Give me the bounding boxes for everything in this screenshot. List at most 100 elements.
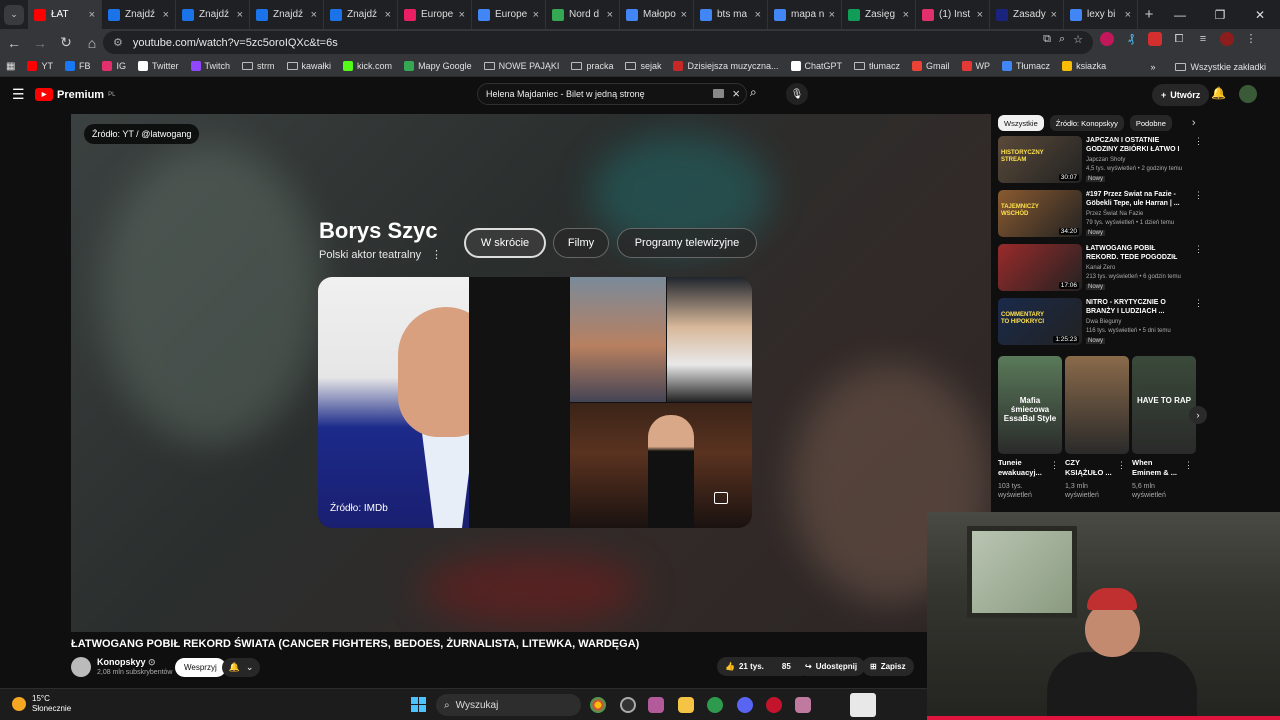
close-tab-icon[interactable]: × bbox=[533, 9, 539, 21]
browser-tab[interactable]: Zasięg × bbox=[842, 0, 916, 29]
main-portrait-image[interactable]: Źródło: IMDb bbox=[318, 277, 569, 528]
close-tab-icon[interactable]: × bbox=[237, 9, 243, 21]
bookmark-item[interactable]: Twitch bbox=[185, 61, 237, 71]
browser-tab[interactable]: Zasady × bbox=[990, 0, 1064, 29]
all-bookmarks-folder[interactable]: Wszystkie zakładki bbox=[1169, 62, 1272, 72]
close-tab-icon[interactable]: × bbox=[89, 9, 95, 21]
bookmark-item[interactable]: IG bbox=[96, 61, 132, 71]
site-info-icon[interactable]: ⚙ bbox=[113, 36, 123, 49]
close-tab-icon[interactable]: × bbox=[607, 9, 613, 21]
record-extension-icon[interactable] bbox=[1100, 32, 1114, 46]
image-gallery-icon[interactable] bbox=[714, 492, 728, 504]
like-count[interactable]: 21 tys. bbox=[739, 662, 764, 671]
clear-search-icon[interactable]: × bbox=[732, 86, 740, 101]
bookmark-item[interactable]: ChatGPT bbox=[785, 61, 849, 71]
more-options-icon[interactable]: ⋮ bbox=[1194, 190, 1203, 201]
browser-tab[interactable]: Nord d × bbox=[546, 0, 620, 29]
notifications-bell-icon[interactable]: 🔔 bbox=[1211, 86, 1226, 100]
browser-tab[interactable]: Znajdź × bbox=[102, 0, 176, 29]
create-button[interactable]: + Utwórz bbox=[1152, 84, 1210, 106]
browser-tab[interactable]: Małopo × bbox=[620, 0, 694, 29]
recommendation-thumbnail[interactable]: 17:06 bbox=[998, 244, 1082, 291]
keyboard-icon[interactable] bbox=[713, 89, 724, 98]
channel-name[interactable]: Konopskyy ⊙ bbox=[97, 657, 156, 668]
close-tab-icon[interactable]: × bbox=[459, 9, 465, 21]
address-bar[interactable]: ⚙ youtube.com/watch?v=5zc5oroIQXc&t=6s ⧉… bbox=[103, 31, 1093, 54]
video-player[interactable]: Źródło: YT / @latwogang Borys Szyc Polsk… bbox=[71, 114, 991, 632]
tab-tv-shows[interactable]: Programy telewizyjne bbox=[617, 228, 757, 258]
browser-tab[interactable]: (1) Inst × bbox=[916, 0, 990, 29]
short-more-options-icon[interactable]: ⋮ bbox=[1117, 460, 1126, 471]
short-title[interactable]: When Eminem & ... bbox=[1132, 458, 1182, 478]
subscription-bell-button[interactable]: 🔔 ⌄ bbox=[222, 658, 260, 677]
browser-tab[interactable]: Znajdź × bbox=[176, 0, 250, 29]
bookmark-item[interactable]: WP bbox=[956, 61, 997, 71]
bookmark-item[interactable]: Twitter bbox=[132, 61, 185, 71]
filters-next-chevron-icon[interactable]: › bbox=[1192, 117, 1196, 129]
bookmark-item[interactable]: Tłumacz bbox=[996, 61, 1056, 71]
bookmark-item[interactable]: NOWE PAJĄKI bbox=[478, 61, 566, 71]
short-more-options-icon[interactable]: ⋮ bbox=[1050, 460, 1059, 471]
recommendation-item[interactable]: TAJEMNICZY WSCHÓD 34:20 #197 Przez Świat n… bbox=[998, 190, 1203, 240]
short-title[interactable]: Tuneie ewakuacyj... bbox=[998, 458, 1048, 478]
tab-films[interactable]: Filmy bbox=[553, 228, 609, 258]
close-tab-icon[interactable]: × bbox=[755, 9, 761, 21]
bookmark-item[interactable]: Gmail bbox=[906, 61, 956, 71]
filter-source[interactable]: Źródło: Konopskyy bbox=[1049, 115, 1124, 131]
discord-taskbar-icon[interactable] bbox=[737, 697, 753, 713]
recommendation-item[interactable]: 17:06 ŁATWOGANG POBIŁ REKORD. TEDE POGODZ… bbox=[998, 244, 1203, 294]
tuxedo-photo[interactable] bbox=[570, 403, 752, 528]
browser-taskbar-icon[interactable] bbox=[707, 697, 723, 713]
browser-tab[interactable]: Znajdź × bbox=[250, 0, 324, 29]
recommendation-thumbnail[interactable]: COMMENTARY TO HIPOKRYCI 1:25:23 bbox=[998, 298, 1082, 345]
media-control-icon[interactable]: ≡ bbox=[1196, 32, 1210, 46]
close-tab-icon[interactable]: × bbox=[829, 9, 835, 21]
bookmark-item[interactable]: tłumacz bbox=[848, 61, 906, 71]
bookmark-item[interactable]: sejak bbox=[619, 61, 667, 71]
close-tab-icon[interactable]: × bbox=[903, 9, 909, 21]
more-options-icon[interactable]: ⋮ bbox=[1194, 244, 1203, 255]
channel-avatar[interactable] bbox=[71, 657, 91, 677]
more-options-icon[interactable]: ⋮ bbox=[1194, 136, 1203, 147]
tab-search-chevron-icon[interactable]: ⌄ bbox=[4, 4, 24, 25]
browser-tab[interactable]: mapa n × bbox=[768, 0, 842, 29]
adblock-extension-icon[interactable] bbox=[1148, 32, 1162, 46]
chrome-taskbar-icon[interactable] bbox=[590, 697, 606, 713]
like-icon[interactable]: 👍 bbox=[725, 662, 735, 671]
account-avatar[interactable] bbox=[1239, 85, 1257, 103]
filter-all[interactable]: Wszystkie bbox=[998, 115, 1044, 131]
bookmark-item[interactable]: Dzisiejsza muzyczna... bbox=[667, 61, 784, 71]
filter-similar[interactable]: Podobne bbox=[1129, 115, 1172, 131]
browser-menu-icon[interactable]: ⋮ bbox=[1244, 32, 1258, 46]
photo-app-taskbar-icon[interactable] bbox=[795, 697, 811, 713]
minimize-icon[interactable]: — bbox=[1160, 0, 1200, 29]
browser-tab[interactable]: bts ma × bbox=[694, 0, 768, 29]
bookmark-item[interactable]: Mapy Google bbox=[398, 61, 478, 71]
forward-icon[interactable]: → bbox=[28, 31, 52, 55]
short-thumbnail[interactable]: Mafia śmiecowa EssaBal Style bbox=[998, 356, 1062, 454]
file-explorer-taskbar-icon[interactable] bbox=[678, 697, 694, 713]
recommendation-thumbnail[interactable]: TAJEMNICZY WSCHÓD 34:20 bbox=[998, 190, 1082, 237]
bookmark-item[interactable]: pracka bbox=[565, 61, 619, 71]
support-button[interactable]: Wesprzyj bbox=[175, 658, 226, 677]
close-tab-icon[interactable]: × bbox=[681, 9, 687, 21]
bookmark-item[interactable]: kick.com bbox=[337, 61, 398, 71]
bookmark-star-icon[interactable]: ☆ bbox=[1073, 33, 1083, 46]
restore-icon[interactable]: ❐ bbox=[1200, 0, 1240, 29]
bookmark-item[interactable]: ksiazka bbox=[1056, 61, 1112, 71]
windows-start-icon[interactable] bbox=[411, 697, 426, 712]
share-button[interactable]: ↪ Udostępnij bbox=[797, 657, 866, 676]
bookmark-item[interactable]: FB bbox=[59, 61, 97, 71]
short-thumbnail[interactable] bbox=[1065, 356, 1129, 454]
tab-overview[interactable]: W skrócie bbox=[464, 228, 546, 258]
more-options-icon[interactable]: ⋮ bbox=[1194, 298, 1203, 309]
reload-icon[interactable]: ↻ bbox=[54, 31, 78, 55]
recommendation-item[interactable]: HISTORYCZNY STREAM 30:07 JAPCZAN I OSTATNI… bbox=[998, 136, 1203, 186]
profile-icon[interactable] bbox=[1220, 32, 1234, 46]
zoom-icon[interactable]: ⌕ bbox=[1059, 33, 1065, 46]
home-icon[interactable]: ⌂ bbox=[80, 31, 104, 55]
browser-tab[interactable]: Europe × bbox=[472, 0, 546, 29]
opera-taskbar-icon[interactable] bbox=[766, 697, 782, 713]
weather-widget[interactable]: 15°C Słonecznie bbox=[12, 694, 71, 714]
bookmark-item[interactable]: strm bbox=[236, 61, 281, 71]
